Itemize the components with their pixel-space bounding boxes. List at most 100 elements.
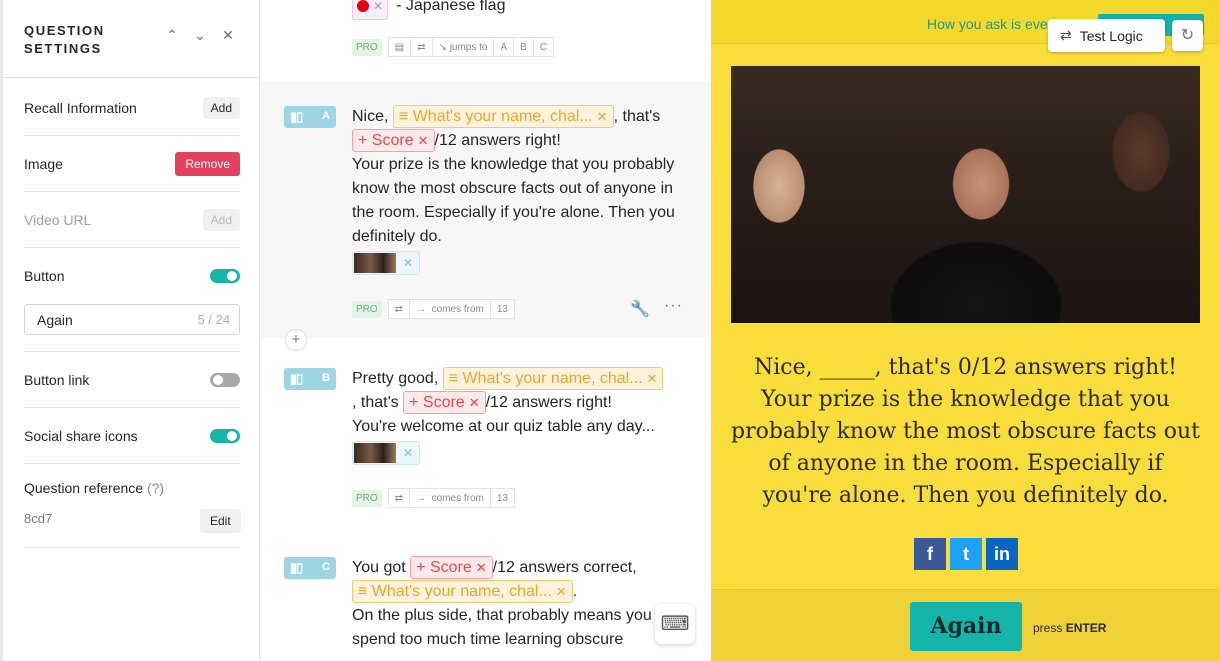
close-icon[interactable]: ✕ — [556, 584, 567, 599]
close-icon[interactable]: ✕ — [397, 441, 419, 465]
block-b-text[interactable]: Pretty good, ≡ What's your name, chal...… — [352, 367, 692, 471]
close-icon[interactable]: ✕ — [418, 133, 429, 148]
app-root: QUESTION SETTINGS ⌃ ⌄ ✕ Recall Informati… — [0, 0, 1220, 661]
wrench-icon[interactable]: 🔧 — [630, 299, 650, 319]
close-icon[interactable]: ✕ — [373, 0, 383, 18]
block-letter: C — [322, 561, 330, 573]
score-pill[interactable]: + Score ✕ — [352, 129, 435, 152]
twitter-icon[interactable]: t — [950, 538, 982, 570]
question-reference-label: Question reference (?) — [24, 480, 164, 496]
press-enter-hint: press ENTER — [1033, 621, 1106, 635]
panel-title: QUESTION SETTINGS — [24, 23, 105, 56]
text-segment: /12 answers right! — [485, 394, 612, 411]
button-text-input[interactable]: Again 5 / 24 — [24, 304, 240, 335]
text-segment: You got — [352, 559, 406, 576]
button-link-row: Button link — [24, 352, 240, 408]
text-segment: /12 answers right! — [434, 132, 561, 149]
image-thumb[interactable]: ✕ — [352, 441, 421, 465]
more-icon[interactable]: ··· — [664, 297, 683, 315]
social-share-toggle[interactable] — [210, 428, 240, 443]
recall-information-label: Recall Information — [24, 99, 137, 116]
block-badge-a[interactable]: ▮▯ A — [284, 106, 336, 128]
keyboard-icon[interactable]: ⌨ — [655, 604, 695, 644]
jump-target-c[interactable]: C — [533, 37, 555, 57]
video-add-button[interactable]: Add — [202, 208, 240, 231]
flag-chip: ✕ — [352, 0, 389, 20]
pill-label: What's your name, chal... — [462, 370, 643, 387]
branch-icon[interactable]: ⇄ — [387, 299, 411, 319]
social-share-label: Social share icons — [24, 427, 138, 444]
social-share-icons: f t in — [914, 538, 1018, 570]
block-badge-c[interactable]: ▮▯ C — [284, 557, 336, 579]
add-block-button[interactable]: + — [285, 329, 307, 351]
jump-target-a[interactable]: A — [494, 37, 515, 57]
preview-top-message: How you ask is eve — [927, 16, 1048, 32]
pro-badge: PRO — [352, 38, 382, 56]
question-settings-panel: QUESTION SETTINGS ⌃ ⌄ ✕ Recall Informati… — [0, 0, 260, 661]
branch-icon: ⇄ — [1060, 27, 1072, 43]
close-icon[interactable]: ✕ — [597, 109, 608, 124]
block-body: You're welcome at our quiz table any day… — [352, 418, 655, 435]
character-count: 5 / 24 — [197, 312, 230, 327]
block-body: Your prize is the knowledge that you pro… — [352, 156, 675, 245]
block-a-text[interactable]: Nice, ≡ What's your name, chal... ✕, that… — [352, 105, 692, 281]
recall-name-pill[interactable]: ≡ What's your name, chal... ✕ — [352, 580, 573, 603]
question-reference-value: 8cd7 — [24, 511, 53, 526]
image-label: Image — [24, 155, 63, 172]
comes-from-number[interactable]: 13 — [490, 299, 515, 319]
button-link-toggle[interactable] — [210, 372, 240, 387]
close-icon[interactable]: ✕ — [220, 27, 236, 44]
facebook-icon[interactable]: f — [914, 538, 946, 570]
social-share-row: Social share icons — [24, 408, 240, 464]
button-link-label: Button link — [24, 371, 90, 388]
answer-label: - Japanese flag — [396, 0, 506, 14]
jump-target-b[interactable]: B — [514, 37, 534, 57]
preview-footer: Again press ENTER — [711, 589, 1220, 661]
close-icon[interactable]: ✕ — [476, 560, 487, 575]
image-row: Image Remove — [24, 136, 240, 192]
recall-name-pill[interactable]: ≡ What's your name, chal... ✕ — [392, 105, 614, 128]
branch-icon[interactable]: ⇄ — [411, 37, 433, 57]
help-link[interactable]: (?) — [147, 480, 164, 496]
block-c-text[interactable]: You got + Score ✕/12 answers correct, ≡ W… — [352, 556, 692, 652]
image-thumb[interactable]: ✕ — [352, 251, 421, 275]
preview-image — [731, 66, 1200, 323]
branch-icon[interactable]: ⇄ — [387, 488, 411, 508]
linkedin-icon[interactable]: in — [986, 538, 1018, 570]
thumbnail-image — [354, 253, 396, 273]
score-pill[interactable]: + Score ✕ — [410, 556, 493, 579]
close-icon[interactable]: ✕ — [397, 251, 419, 275]
pill-label: What's your name, chal... — [412, 108, 593, 125]
block-a-meta: PRO ⇄ → comes from 13 — [352, 299, 515, 319]
chevron-down-icon[interactable]: ⌄ — [192, 27, 208, 44]
divider — [24, 547, 240, 548]
jumps-to-text: jumps to — [449, 41, 488, 53]
image-remove-button[interactable]: Remove — [175, 151, 240, 176]
answer-meta-bar: PRO ▤ ⇄ ↘ jumps to A B C — [352, 37, 555, 57]
calculator-icon[interactable]: ▤ — [387, 37, 412, 57]
refresh-icon[interactable]: ↻ — [1172, 20, 1203, 51]
chevron-up-icon[interactable]: ⌃ — [164, 27, 180, 44]
recall-information-row: Recall Information Add — [24, 80, 240, 136]
recall-name-pill[interactable]: ≡ What's your name, chal... ✕ — [442, 367, 664, 390]
comes-from-label: → comes from — [410, 488, 491, 508]
recall-add-button[interactable]: Add — [202, 96, 240, 119]
comes-from-text: comes from — [431, 492, 484, 504]
block-badge-b[interactable]: ▮▯ B — [284, 368, 336, 390]
comes-from-number[interactable]: 13 — [490, 488, 515, 508]
statement-icon: ▮▯ — [290, 560, 303, 575]
close-icon[interactable]: ✕ — [647, 371, 658, 386]
score-pill[interactable]: + Score ✕ — [403, 391, 486, 414]
test-logic-button[interactable]: ⇄ Test Logic — [1048, 19, 1165, 52]
pill-label: What's your name, chal... — [371, 583, 552, 600]
text-segment: , that's — [352, 394, 399, 411]
text-segment: Nice, — [352, 108, 389, 125]
again-button[interactable]: Again — [910, 602, 1022, 651]
block-letter: B — [322, 372, 330, 384]
logic-editor: ✕ - Japanese flag PRO ▤ ⇄ ↘ jumps to A B… — [260, 0, 711, 661]
reference-edit-button[interactable]: Edit — [200, 509, 241, 533]
divider — [3, 77, 259, 78]
question-reference-text: Question reference — [24, 480, 144, 496]
button-toggle[interactable] — [210, 269, 240, 283]
close-icon[interactable]: ✕ — [469, 395, 480, 410]
